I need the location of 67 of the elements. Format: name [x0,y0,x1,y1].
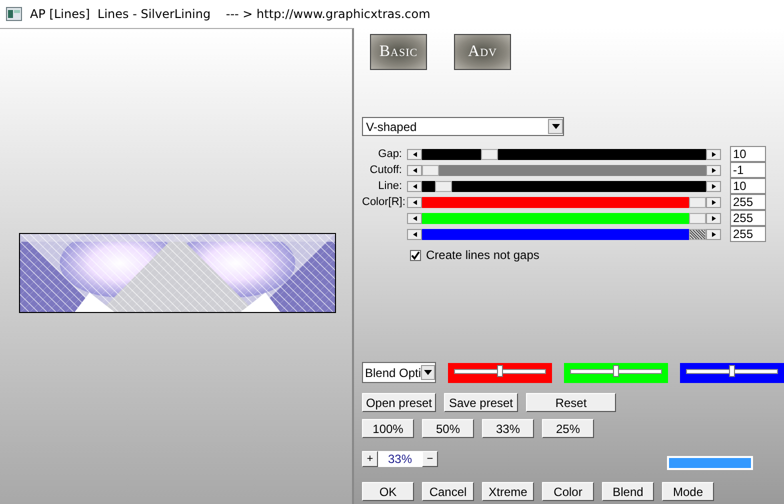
preset-button[interactable]: Save preset [444,393,518,412]
slider[interactable] [407,180,721,192]
app-icon [6,7,22,21]
slider[interactable] [407,164,721,176]
blend-slider[interactable] [680,362,784,382]
slider-label: Color[R]: [362,196,406,208]
slider[interactable] [407,148,721,160]
zoom-button[interactable]: 100% [362,419,414,438]
zoom-button[interactable]: 25% [542,419,594,438]
slider-label: Line: [377,180,403,192]
right-arrow-icon [712,200,716,204]
left-arrow-icon [412,200,416,204]
caret-icon [552,124,560,129]
value-field[interactable]: 255 [730,194,766,210]
dialog-button[interactable]: Color [542,482,594,501]
slider-thumb[interactable] [729,364,735,376]
caret-icon [424,370,432,375]
slider-thumb[interactable] [689,196,706,208]
slider[interactable] [407,212,721,224]
dialog-button[interactable]: Mode [662,482,714,501]
slider-thumb[interactable] [497,364,503,376]
dialog-button[interactable]: Xtreme [482,482,534,501]
slider-thumb[interactable] [613,364,619,376]
slider-label: Cutoff: [368,164,403,176]
color-swatch[interactable] [667,456,753,470]
zoom-field[interactable]: 33% [378,451,422,467]
minus-button[interactable]: − [422,451,438,467]
right-arrow-icon [712,184,716,188]
right-arrow-icon [712,168,716,172]
left-arrow-icon [412,216,416,220]
checkbox-label: Create lines not gaps [426,248,540,262]
left-arrow-icon [412,152,416,156]
slider-thumb[interactable] [689,212,706,224]
plus-button[interactable]: + [362,451,378,467]
value-field[interactable]: 255 [730,226,766,242]
left-arrow-icon [412,168,416,172]
blend-slider[interactable] [448,362,552,382]
slider-thumb[interactable] [422,164,439,176]
dialog-button[interactable]: Cancel [422,482,474,501]
checkbox[interactable] [410,250,421,260]
panel-toggle-button[interactable]: Adv [454,34,511,70]
dialog-button[interactable]: Blend [602,482,654,501]
slider-thumb[interactable] [689,228,706,240]
left-arrow-icon [412,184,416,188]
zoom-button[interactable]: 33% [482,419,534,438]
style-dropdown[interactable]: V-shaped [362,117,564,136]
left-arrow-icon [412,232,416,236]
right-arrow-icon [712,152,716,156]
value-field[interactable]: -1 [730,162,766,178]
value-field[interactable]: 10 [730,178,766,194]
value-field[interactable]: 10 [730,146,766,162]
zoom-button[interactable]: 50% [422,419,474,438]
blend-slider[interactable] [564,362,668,382]
blend-dropdown[interactable]: Blend Opti [362,362,436,383]
slider-thumb[interactable] [435,180,452,192]
slider[interactable] [407,228,721,240]
slider-label: Gap: [377,148,403,160]
panel-toggle-button[interactable]: Basic [370,34,427,70]
preset-button[interactable]: Open preset [362,393,436,412]
preset-button[interactable]: Reset [526,393,616,412]
window-title: AP [Lines] Lines - SilverLining --- > http://www.graphicxtras.com [30,7,430,21]
right-arrow-icon [712,216,716,220]
dialog-button[interactable]: OK [362,482,414,501]
slider[interactable] [407,196,721,208]
value-field[interactable]: 255 [730,210,766,226]
right-arrow-icon [712,232,716,236]
slider-thumb[interactable] [480,148,498,160]
